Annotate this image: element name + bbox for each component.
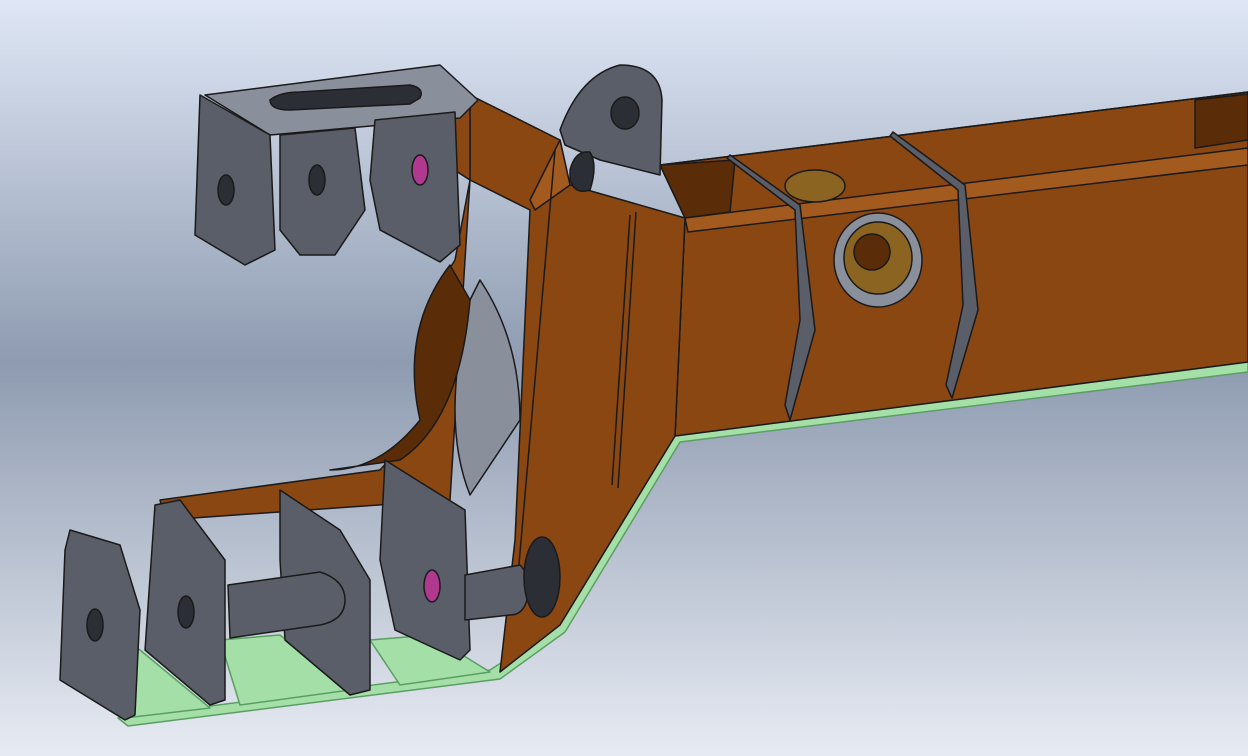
rear-bushing: [784, 169, 846, 203]
cad-3d-viewport[interactable]: [0, 0, 1248, 756]
frame-assembly-model[interactable]: [0, 0, 1248, 756]
top-left-clevis-bracket[interactable]: [194, 64, 479, 266]
beam-bushing[interactable]: [833, 212, 923, 308]
